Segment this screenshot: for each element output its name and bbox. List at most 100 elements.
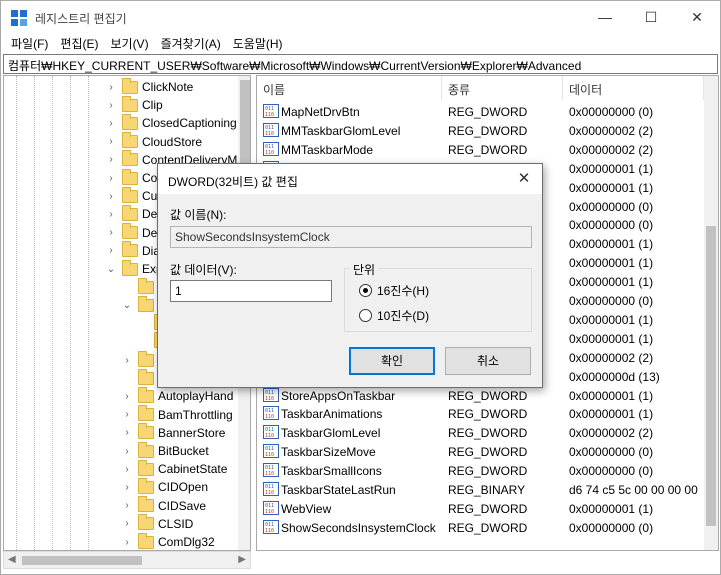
cancel-button[interactable]: 취소: [445, 347, 531, 375]
svg-text:110: 110: [265, 471, 274, 477]
column-header-name[interactable]: 이름: [257, 76, 442, 100]
tree-item[interactable]: › ClosedCaptioning: [106, 113, 237, 132]
reg-binary-value-icon: 011110: [263, 104, 279, 118]
value-row[interactable]: 011 110 MMTaskbarGlomLevel REG_DWORD 0x00000…: [257, 121, 707, 140]
tree-item[interactable]: [122, 277, 158, 296]
scroll-thumb[interactable]: [706, 226, 716, 526]
value-row[interactable]: 011 110 TaskbarAnimations REG_DWORD 0x000000…: [257, 404, 707, 423]
value-row[interactable]: 011 110 WebView REG_DWORD 0x00000001 (1): [257, 499, 707, 518]
close-button[interactable]: ✕: [674, 1, 720, 33]
tree-item[interactable]: › BannerStore: [122, 423, 225, 442]
tree-item[interactable]: › ClickNote: [106, 77, 194, 96]
hex-radio[interactable]: 16진수(H): [359, 282, 429, 299]
maximize-button[interactable]: ☐: [628, 1, 674, 33]
radio-selected-icon: [359, 284, 372, 297]
tree-horizontal-scrollbar[interactable]: ◀ ▶: [3, 551, 251, 569]
chevron-right-icon[interactable]: ›: [106, 173, 116, 184]
tree-item[interactable]: › CloudStore: [106, 132, 203, 151]
value-row[interactable]: 011 110 ShowSecondsInsystemClock REG_DWORD 0…: [257, 518, 707, 537]
tree-item[interactable]: › ComDlg32: [122, 532, 215, 550]
tree-item[interactable]: › CIDSave: [122, 496, 206, 515]
folder-icon: [122, 259, 138, 276]
chevron-right-icon[interactable]: ›: [106, 191, 116, 202]
chevron-right-icon[interactable]: ›: [122, 464, 132, 475]
value-row[interactable]: 011 110 TaskbarStateLastRun REG_BINARY d6 74…: [257, 480, 707, 499]
tree-item[interactable]: › Co: [106, 168, 157, 187]
tree-item[interactable]: › De: [106, 204, 157, 223]
tree-item[interactable]: › AutoplayHand: [122, 386, 233, 405]
tree-item[interactable]: › BamThrottling: [122, 405, 233, 424]
tree-item[interactable]: › Dia: [106, 241, 160, 260]
value-data: 0x00000000 (0): [569, 199, 654, 214]
value-name: TaskbarSizeMove: [281, 445, 376, 460]
value-type: REG_DWORD: [448, 520, 528, 535]
folder-icon: [138, 532, 154, 549]
value-data: 0x00000001 (1): [569, 407, 654, 422]
tree-item[interactable]: ⌄: [122, 295, 158, 314]
address-bar[interactable]: 컴퓨터₩HKEY_CURRENT_USER₩Software₩Microsoft…: [3, 54, 718, 74]
tree-item[interactable]: ›: [122, 350, 158, 369]
chevron-down-icon[interactable]: ⌄: [122, 300, 132, 311]
value-row[interactable]: 011 110 MMTaskbarMode REG_DWORD 0x00000002 (…: [257, 140, 707, 159]
chevron-right-icon[interactable]: ›: [106, 118, 116, 129]
menu-favorites[interactable]: 즐겨찾기(A): [155, 33, 227, 53]
column-header-data[interactable]: 데이터: [563, 76, 704, 100]
tree-item[interactable]: [122, 368, 158, 387]
tree-item[interactable]: › Cu: [106, 186, 158, 205]
tree-item-label: CloudStore: [142, 134, 203, 149]
svg-text:110: 110: [265, 112, 274, 118]
chevron-right-icon[interactable]: ›: [106, 136, 116, 147]
scroll-left-icon[interactable]: ◀: [8, 554, 16, 565]
svg-text:110: 110: [265, 414, 274, 420]
tree-item[interactable]: › CabinetState: [122, 459, 227, 478]
tree-item[interactable]: › CIDOpen: [122, 477, 208, 496]
chevron-right-icon[interactable]: ›: [122, 518, 132, 529]
scroll-right-icon[interactable]: ▶: [238, 554, 246, 565]
tree-item-label: BitBucket: [158, 444, 209, 458]
value-name: TaskbarAnimations: [281, 407, 383, 422]
value-row[interactable]: 011 110 TaskbarSizeMove REG_DWORD 0x00000000…: [257, 442, 707, 461]
value-type: REG_DWORD: [448, 464, 528, 479]
chevron-right-icon[interactable]: ›: [106, 82, 116, 93]
chevron-down-icon[interactable]: ⌄: [106, 264, 116, 275]
value-row[interactable]: 011 110 MapNetDrvBtn REG_DWORD 0x00000000 (0…: [257, 102, 707, 121]
tree-item-label: BamThrottling: [158, 407, 233, 422]
chevron-right-icon[interactable]: ›: [106, 209, 116, 220]
ok-button[interactable]: 확인: [349, 347, 435, 375]
tree-item[interactable]: › CLSID: [122, 514, 193, 533]
column-header-type[interactable]: 종류: [442, 76, 563, 100]
tree-item[interactable]: ⌄ Exp: [106, 259, 163, 278]
tree-item-label: ClickNote: [142, 80, 194, 94]
svg-text:110: 110: [265, 150, 274, 156]
scroll-thumb[interactable]: [22, 556, 142, 565]
chevron-right-icon[interactable]: ›: [106, 227, 116, 238]
tree-item[interactable]: › De: [106, 223, 157, 242]
decimal-radio[interactable]: 10진수(D): [359, 307, 429, 324]
chevron-right-icon[interactable]: ›: [106, 154, 116, 165]
chevron-right-icon[interactable]: ›: [122, 500, 132, 511]
value-row[interactable]: 011 110 StoreAppsOnTaskbar REG_DWORD 0x00000…: [257, 386, 707, 405]
chevron-right-icon[interactable]: ›: [106, 245, 116, 256]
value-name: StoreAppsOnTaskbar: [281, 388, 396, 403]
value-data-input[interactable]: 1: [170, 280, 332, 302]
svg-text:110: 110: [265, 131, 274, 137]
menu-file[interactable]: 파일(F): [5, 33, 54, 53]
tree-item-label: Cu: [142, 189, 158, 204]
chevron-right-icon[interactable]: ›: [122, 537, 132, 548]
minimize-button[interactable]: —: [582, 1, 628, 33]
chevron-right-icon[interactable]: ›: [122, 427, 132, 438]
tree-item[interactable]: › BitBucket: [122, 441, 209, 460]
menu-view[interactable]: 보기(V): [104, 33, 154, 53]
menu-help[interactable]: 도움말(H): [227, 33, 289, 53]
menu-edit[interactable]: 편집(E): [54, 33, 104, 53]
chevron-right-icon[interactable]: ›: [122, 409, 132, 420]
value-row[interactable]: 011 110 TaskbarSmallIcons REG_DWORD 0x000000…: [257, 461, 707, 480]
chevron-right-icon[interactable]: ›: [122, 391, 132, 402]
value-row[interactable]: 011 110 TaskbarGlomLevel REG_DWORD 0x0000000…: [257, 423, 707, 442]
tree-item[interactable]: › Clip: [106, 95, 163, 114]
chevron-right-icon[interactable]: ›: [106, 100, 116, 111]
chevron-right-icon[interactable]: ›: [122, 446, 132, 457]
chevron-right-icon[interactable]: ›: [122, 355, 132, 366]
dialog-close-button[interactable]: ✕: [512, 168, 536, 190]
chevron-right-icon[interactable]: ›: [122, 482, 132, 493]
